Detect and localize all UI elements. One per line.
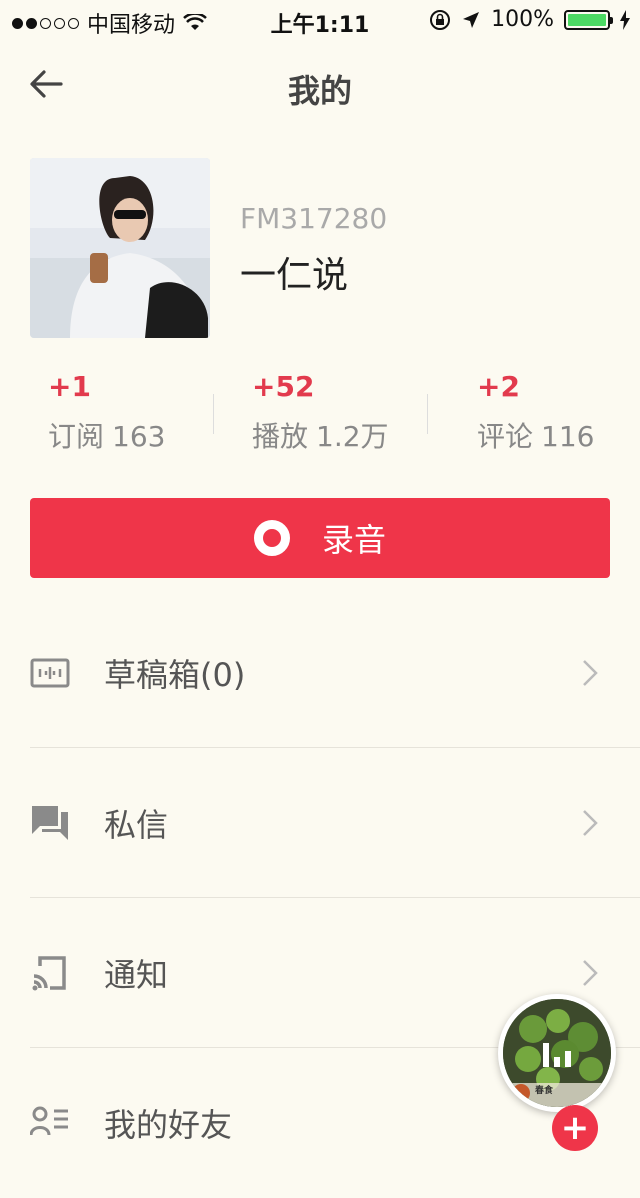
page-title: 我的 bbox=[287, 72, 352, 110]
menu-item-messages[interactable]: 私信 bbox=[0, 748, 640, 898]
location-arrow-icon bbox=[463, 11, 480, 28]
stat-comments[interactable]: +2 评论 116 bbox=[477, 370, 594, 455]
stat-subscriptions[interactable]: +1 订阅 163 bbox=[48, 370, 165, 455]
add-icon[interactable]: + bbox=[552, 1105, 598, 1151]
equalizer-icon bbox=[543, 1043, 571, 1067]
menu-label: 私信 bbox=[104, 806, 169, 844]
avatar[interactable] bbox=[30, 158, 210, 338]
menu-item-drafts[interactable]: 草稿箱(0) bbox=[0, 598, 640, 748]
stat-value: 163 bbox=[112, 420, 166, 453]
nav-bar: 我的 bbox=[0, 40, 640, 130]
mini-player-button[interactable]: 春食 bbox=[498, 994, 616, 1112]
stat-value: 1.2万 bbox=[316, 420, 389, 453]
battery-percent: 100% bbox=[491, 7, 554, 32]
rotation-lock-icon bbox=[430, 9, 451, 30]
chevron-right-icon bbox=[583, 660, 598, 686]
cast-icon bbox=[30, 953, 70, 993]
menu-label: 我的好友 bbox=[104, 1106, 233, 1144]
charging-bolt-icon bbox=[620, 9, 630, 30]
menu-label: 草稿箱(0) bbox=[104, 656, 246, 694]
stat-divider bbox=[427, 394, 428, 434]
status-right: 100% bbox=[429, 7, 630, 32]
stat-divider bbox=[213, 394, 214, 434]
stat-label: 订阅 bbox=[48, 420, 105, 453]
chevron-right-icon bbox=[583, 810, 598, 836]
status-bar: 中国移动 上午1:11 100% bbox=[0, 0, 640, 40]
avatar-photo bbox=[30, 158, 210, 338]
stats-row: +1 订阅 163 +52 播放 1.2万 +2 评论 116 bbox=[0, 370, 640, 470]
user-name: 一仁说 bbox=[240, 255, 349, 296]
mini-player-cover: 春食 bbox=[503, 999, 611, 1107]
battery-icon bbox=[564, 9, 613, 30]
cover-caption: 春食 bbox=[535, 1086, 554, 1096]
stat-delta: +2 bbox=[477, 370, 520, 403]
stat-label: 评论 bbox=[477, 420, 534, 453]
chat-bubbles-icon bbox=[30, 803, 70, 843]
chevron-right-icon bbox=[583, 960, 598, 986]
stat-label: 播放 bbox=[252, 420, 309, 453]
record-icon bbox=[253, 520, 290, 556]
menu-label: 通知 bbox=[104, 956, 169, 994]
draft-box-icon bbox=[30, 653, 70, 693]
stat-delta: +1 bbox=[48, 370, 91, 403]
record-button[interactable]: 录音 bbox=[30, 498, 610, 578]
record-button-label: 录音 bbox=[321, 521, 386, 559]
stat-value: 116 bbox=[541, 420, 595, 453]
friends-list-icon bbox=[30, 1103, 70, 1143]
stat-delta: +52 bbox=[252, 370, 315, 403]
stat-plays[interactable]: +52 播放 1.2万 bbox=[252, 370, 389, 455]
profile-header: FM317280 一仁说 bbox=[30, 158, 610, 338]
user-id: FM317280 bbox=[240, 202, 388, 235]
